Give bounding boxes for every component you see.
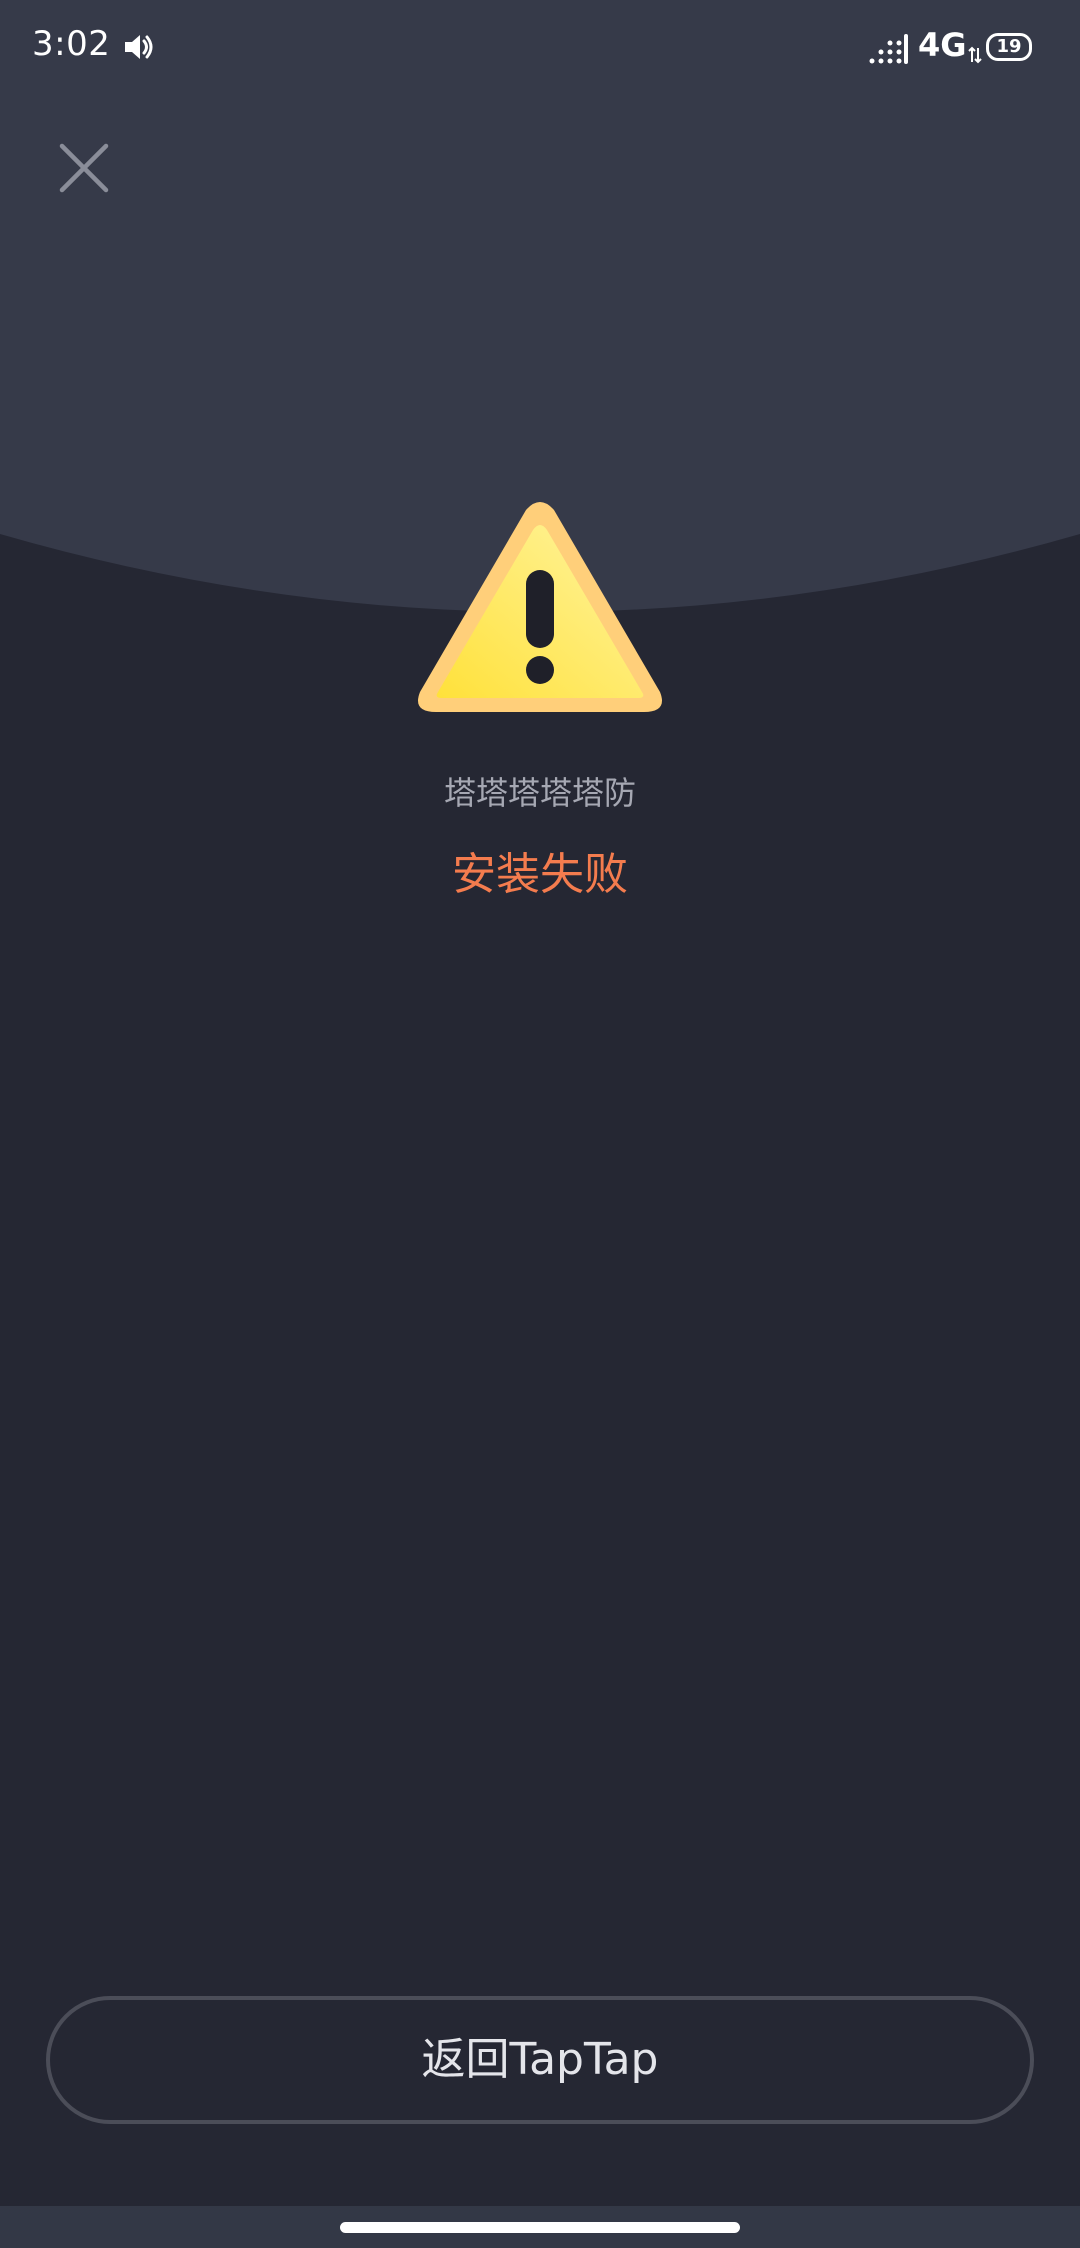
battery-icon: 19: [986, 33, 1032, 61]
data-arrows-icon: [968, 46, 982, 64]
warning-icon: [418, 502, 662, 712]
system-nav-bar: [0, 2206, 1080, 2248]
status-time: 3:02: [32, 24, 111, 64]
signal-icon: [869, 34, 908, 64]
app-name: 塔塔塔塔塔防: [443, 774, 636, 812]
home-indicator[interactable]: [340, 2222, 740, 2233]
close-icon[interactable]: [56, 140, 112, 196]
status-bar: 3:02 4G 19: [0, 0, 1080, 96]
return-taptap-button[interactable]: 返回TapTap: [46, 1996, 1034, 2124]
network-type-label: 4G: [918, 26, 967, 64]
install-status-message: 安装失败: [452, 849, 628, 900]
volume-icon: [125, 35, 153, 59]
install-result-screen: 3:02 4G 19 塔塔塔塔塔防 安装失败 返回TapTap: [0, 0, 1080, 2248]
